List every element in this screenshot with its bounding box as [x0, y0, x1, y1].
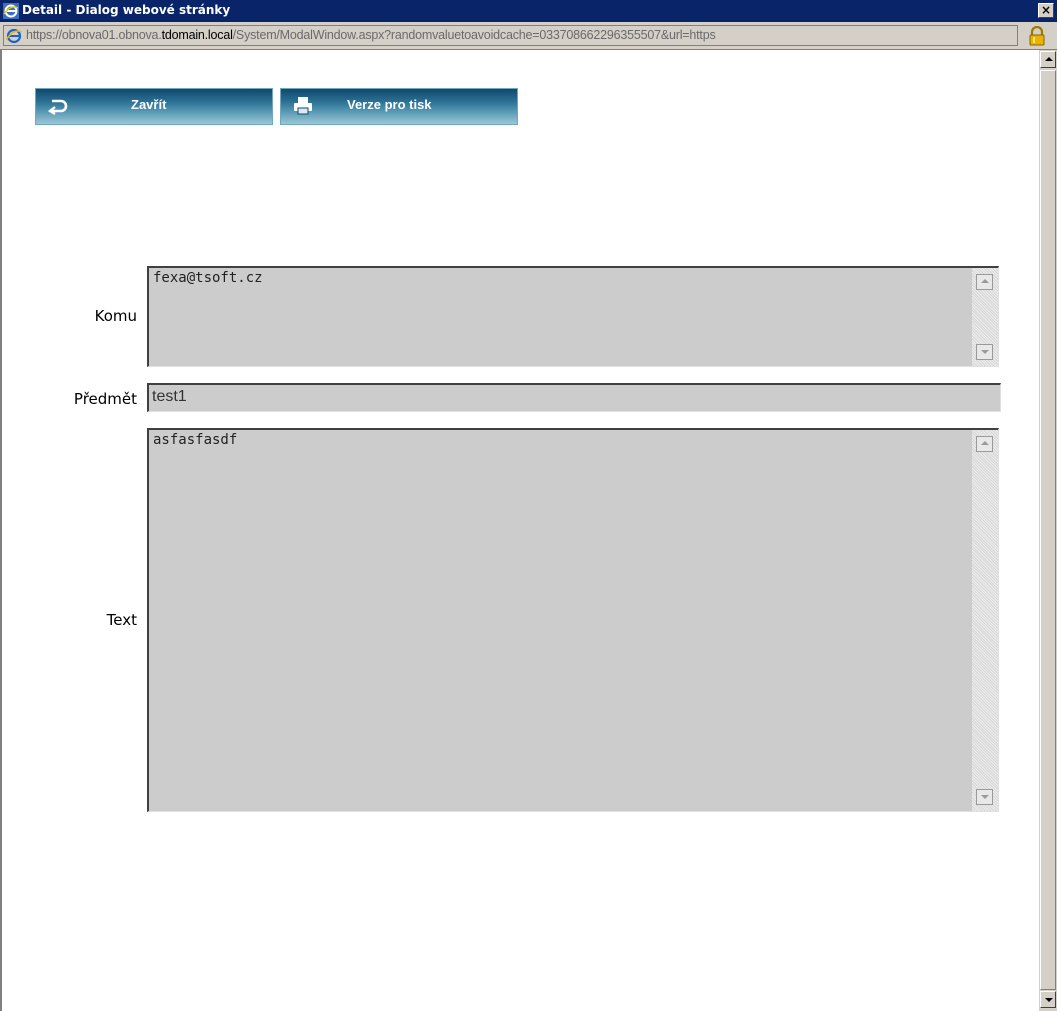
subject-input[interactable]: test1	[147, 383, 1001, 412]
printer-icon	[294, 97, 312, 115]
window-scroll-down-button[interactable]	[1040, 991, 1056, 1008]
subject-value: test1	[152, 388, 187, 405]
window-scrollbar[interactable]	[1039, 50, 1057, 1011]
text-value: asfasfasdf	[153, 432, 238, 448]
to-label: Komu	[94, 307, 137, 325]
window-title: Detail - Dialog webové stránky	[22, 3, 231, 17]
window-close-button[interactable]: ×	[1038, 3, 1054, 18]
close-button-label: Zavřít	[131, 97, 167, 112]
subject-label: Předmět	[73, 390, 137, 408]
text-textarea-scrollbar[interactable]	[972, 430, 998, 811]
to-scroll-up-button[interactable]	[976, 274, 993, 290]
window-title-bar: Detail - Dialog webové stránky ×	[0, 0, 1057, 22]
url-prefix: https://obnova01.obnova.	[26, 28, 162, 42]
to-textarea[interactable]: fexa@tsoft.cz	[147, 266, 999, 367]
text-label: Text	[106, 611, 137, 629]
window-scroll-thumb[interactable]	[1040, 70, 1056, 990]
return-arrow-icon	[47, 99, 68, 115]
scroll-down-icon	[981, 795, 989, 799]
scroll-up-icon	[1045, 57, 1053, 61]
text-scroll-down-button[interactable]	[976, 789, 993, 805]
page-content: Zavřít Verze pro tisk Komu fexa@tsoft.cz…	[0, 50, 1039, 1011]
scroll-down-icon	[981, 350, 989, 354]
address-bar: https://obnova01.obnova.tdomain.local/Sy…	[0, 22, 1057, 50]
text-textarea[interactable]: asfasfasdf	[147, 428, 999, 812]
text-scroll-up-button[interactable]	[976, 436, 993, 452]
url-text: https://obnova01.obnova.tdomain.local/Sy…	[26, 28, 716, 42]
scroll-up-icon	[981, 441, 989, 445]
to-value: fexa@tsoft.cz	[153, 270, 263, 286]
scroll-up-icon	[981, 279, 989, 283]
ie-icon	[3, 3, 19, 19]
print-version-button[interactable]: Verze pro tisk	[280, 88, 518, 125]
url-field[interactable]: https://obnova01.obnova.tdomain.local/Sy…	[3, 25, 1018, 46]
print-version-button-label: Verze pro tisk	[347, 97, 432, 112]
url-host: tdomain.local	[161, 28, 233, 42]
close-button[interactable]: Zavřít	[35, 88, 273, 125]
scroll-down-icon	[1045, 998, 1053, 1002]
ie-page-icon	[6, 28, 22, 44]
window-scroll-up-button[interactable]	[1040, 51, 1056, 68]
lock-icon[interactable]	[1027, 26, 1047, 46]
to-scroll-down-button[interactable]	[976, 344, 993, 360]
to-textarea-scrollbar[interactable]	[972, 268, 998, 366]
url-suffix: /System/ModalWindow.aspx?randomvaluetoav…	[232, 28, 716, 42]
